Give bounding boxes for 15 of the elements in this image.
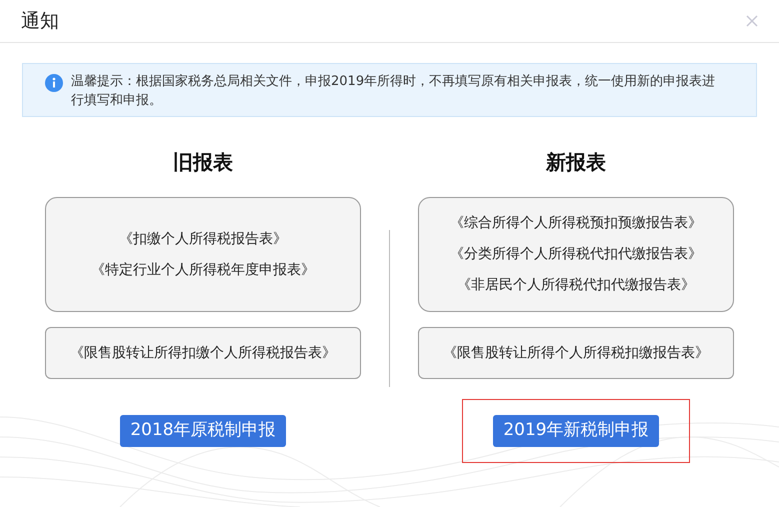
form-name: 《特定行业个人所得税年度申报表》 xyxy=(91,260,315,280)
form-name: 《限售股转让所得扣缴个人所得税报告表》 xyxy=(70,344,336,362)
declare-button[interactable]: 2018年原税制申报 xyxy=(120,415,286,447)
declare-button[interactable]: 2019年新税制申报 xyxy=(493,415,659,447)
form-name: 《限售股转让所得个人所得税扣缴报告表》 xyxy=(443,344,709,362)
form-name: 《非居民个人所得税代扣代缴报告表》 xyxy=(457,276,695,295)
close-icon[interactable] xyxy=(746,15,758,27)
notice-text: 温馨提示：根据国家税务总局相关文件，申报2019年所得时，不再填写原有相关申报表，统一使用新的申报表进行填写和申报。 xyxy=(71,73,716,110)
info-icon xyxy=(45,74,63,92)
form-name: 《分类所得个人所得税代扣代缴报告表》 xyxy=(450,245,702,264)
column-title: 旧报表 xyxy=(173,149,233,176)
column-title: 新报表 xyxy=(546,149,606,176)
form-name: 《扣缴个人所得税报告表》 xyxy=(119,230,287,248)
dialog-title: 通知 xyxy=(21,8,59,34)
form-name: 《综合所得个人所得税预扣预缴报告表》 xyxy=(450,214,702,233)
